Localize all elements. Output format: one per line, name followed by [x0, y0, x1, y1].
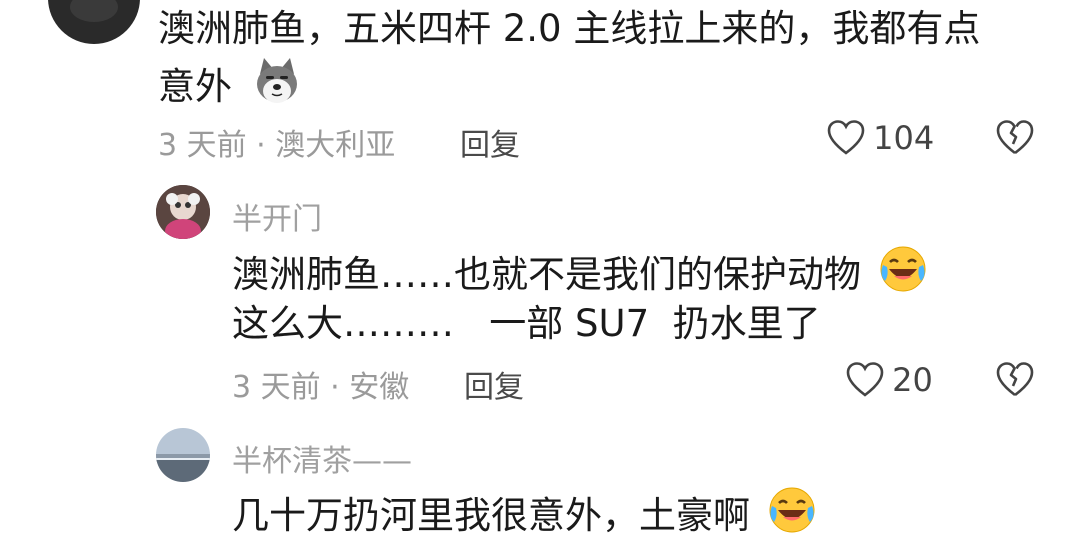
reply-button[interactable]: 回复	[460, 120, 520, 164]
reply-button[interactable]: 回复	[464, 362, 524, 406]
comment-text-line2-row: 这么大……… 一部 SU7 扔水里了	[232, 297, 821, 351]
comment-meta: 3 天前 · 安徽	[232, 370, 410, 405]
broken-heart-icon	[996, 120, 1034, 155]
username[interactable]: 半杯清茶——	[232, 436, 412, 480]
comment-text-line2: 意外	[158, 65, 232, 108]
username[interactable]: 半开门	[232, 194, 322, 238]
comment-text-line2: 这么大……… 一部 SU7 扔水里了	[232, 302, 821, 345]
laugh-cry-icon	[766, 484, 818, 551]
dislike-button[interactable]	[994, 118, 1036, 162]
dislike-button[interactable]	[994, 360, 1036, 404]
like-count: 104	[873, 119, 935, 157]
comment-text-line2-row: 意外	[158, 56, 302, 121]
avatar[interactable]	[156, 185, 210, 239]
comment-meta: 3 天前 · 澳大利亚	[158, 128, 396, 163]
comment-text-line1: 澳洲肺鱼……也就不是我们的保护动物	[232, 253, 861, 296]
comment-text: 澳洲肺鱼，五米四杆 2.0 主线拉上来的，我都有点	[158, 2, 980, 56]
comment-text: 几十万扔河里我很意外，土豪啊	[232, 484, 818, 551]
doge-icon	[252, 56, 302, 121]
comment-text-line1: 澳洲肺鱼，五米四杆 2.0 主线拉上来的，我都有点	[158, 7, 981, 50]
laugh-cry-icon	[877, 243, 929, 310]
heart-icon	[827, 120, 865, 155]
like-button[interactable]: 20	[845, 360, 933, 400]
broken-heart-icon	[996, 362, 1034, 397]
comment-text-line1: 几十万扔河里我很意外，土豪啊	[232, 494, 750, 537]
heart-icon	[846, 362, 884, 397]
avatar[interactable]	[156, 428, 210, 482]
like-button[interactable]: 104	[826, 118, 934, 158]
avatar[interactable]	[48, 0, 140, 44]
like-count: 20	[892, 361, 933, 399]
